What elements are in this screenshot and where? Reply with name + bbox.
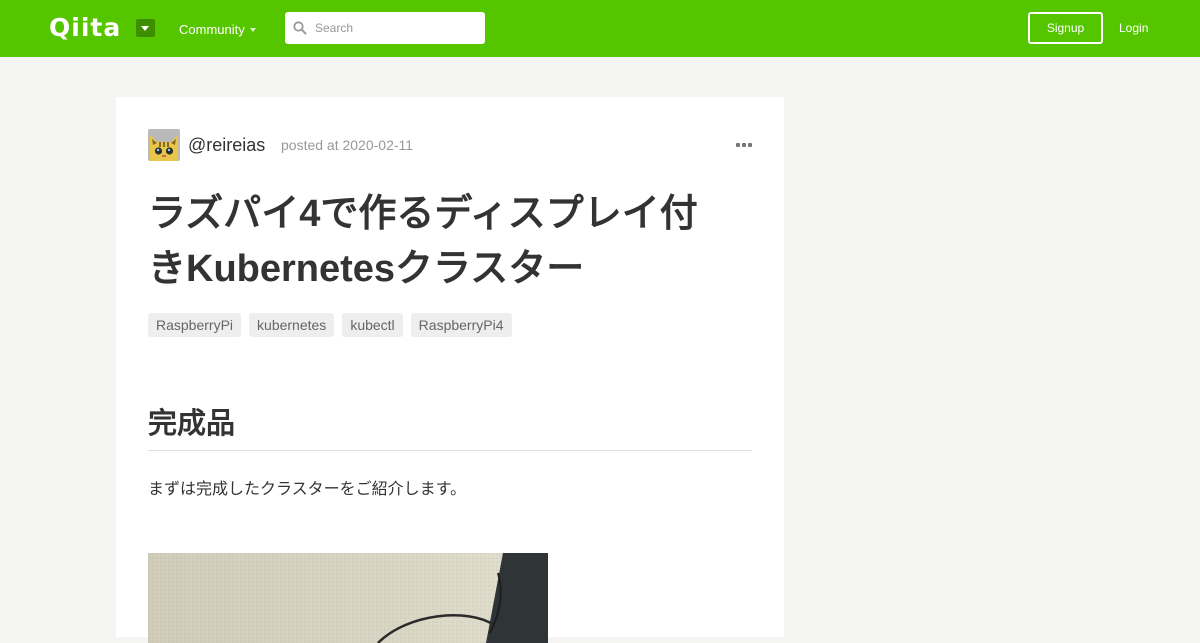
tag-kubernetes[interactable]: kubernetes	[249, 313, 335, 337]
signup-button[interactable]: Signup	[1028, 12, 1103, 44]
top-nav-bar: Qiita Community Signup Login	[0, 0, 1200, 57]
qiita-logo[interactable]: Qiita	[49, 14, 121, 42]
chevron-down-icon	[250, 28, 256, 32]
article-card: @reireias posted at 2020-02-11 ラズパイ4で作るデ…	[116, 97, 784, 643]
tag-raspberrypi[interactable]: RaspberryPi	[148, 313, 242, 337]
article-title: ラズパイ4で作るディスプレイ付 きKubernetesクラスター	[148, 187, 758, 297]
community-menu[interactable]: Community	[179, 22, 245, 38]
title-line-1: ラズパイ4で作るディスプレイ付	[148, 193, 698, 235]
title-line-2: きKubernetesクラスター	[148, 248, 585, 290]
search-input[interactable]	[315, 12, 480, 44]
search-box[interactable]	[285, 12, 485, 44]
search-icon	[293, 21, 307, 35]
caret-down-icon	[141, 26, 149, 31]
section-heading: 完成品	[148, 408, 236, 440]
avatar[interactable]	[148, 129, 180, 161]
service-menu-button[interactable]	[136, 19, 155, 37]
posted-date: posted at 2020-02-11	[281, 137, 414, 153]
tag-raspberrypi4[interactable]: RaspberryPi4	[410, 313, 512, 337]
tag-list: RaspberryPi kubernetes kubectl Raspberry…	[148, 313, 512, 337]
intro-paragraph: まずは完成したクラスターをご紹介します。	[148, 481, 467, 498]
more-options-icon[interactable]	[736, 143, 752, 148]
author-username[interactable]: @reireias	[188, 135, 265, 155]
heading-divider	[148, 450, 752, 451]
login-link[interactable]: Login	[1119, 20, 1148, 36]
tag-kubectl[interactable]: kubectl	[342, 313, 403, 337]
